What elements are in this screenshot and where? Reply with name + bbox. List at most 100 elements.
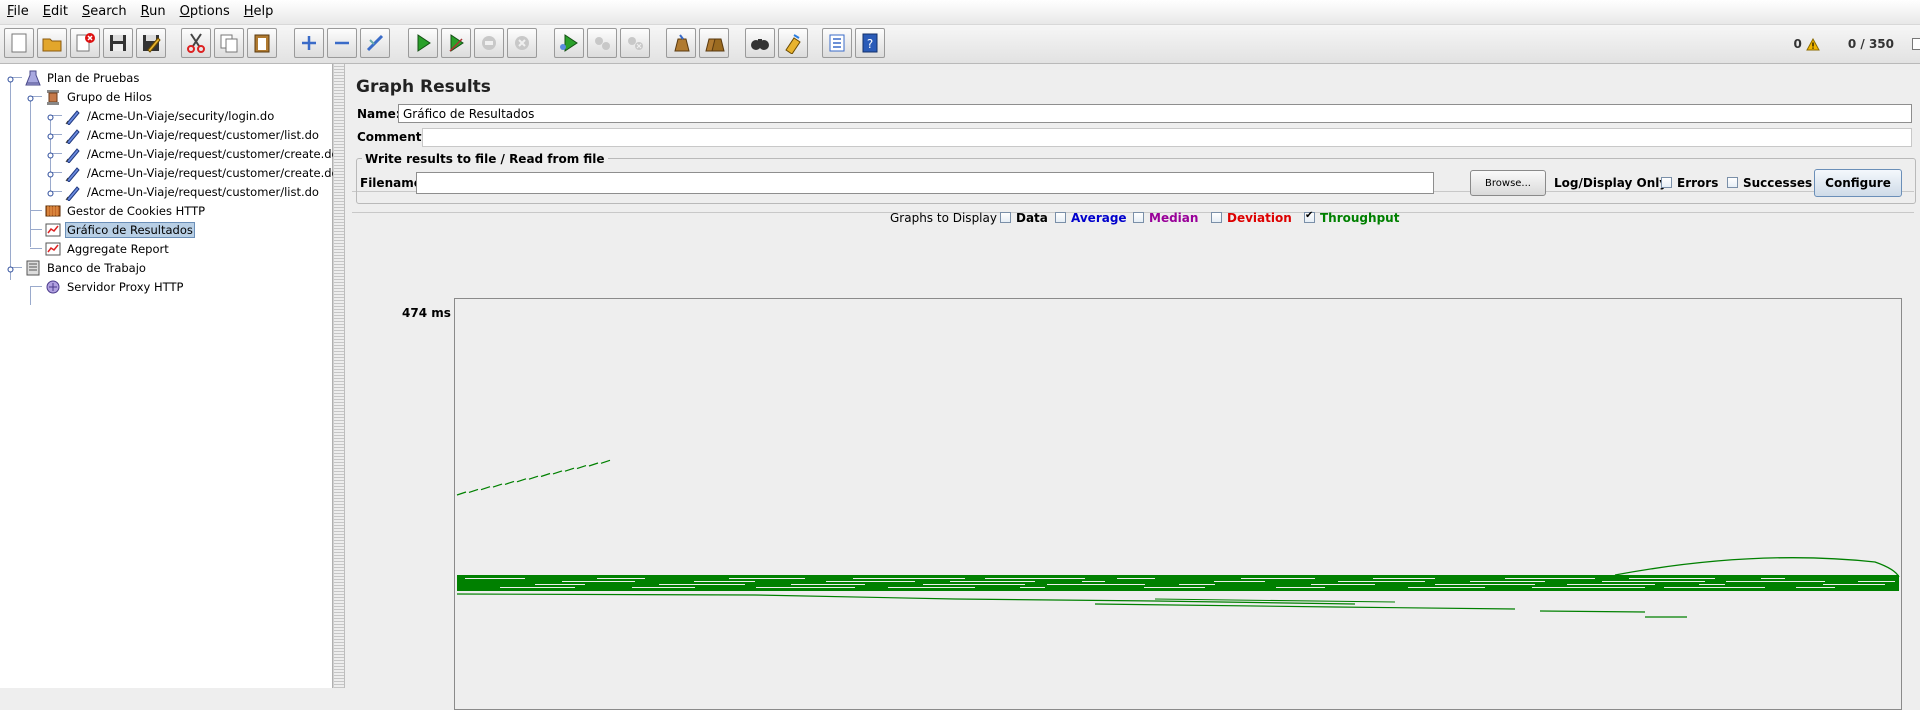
collapse-button[interactable] [327,28,357,58]
tree-node[interactable]: /Acme-Un-Viaje/request/customer/list.do [64,182,321,201]
save-button[interactable] [103,28,133,58]
shutdown-button[interactable] [507,28,537,58]
tree-node[interactable]: Aggregate Report [44,239,171,258]
tree-node[interactable]: /Acme-Un-Viaje/security/login.do [64,106,276,125]
tree-node[interactable]: Plan de Pruebas [24,68,141,87]
help-button[interactable]: ? [855,28,885,58]
remote-start-button[interactable] [554,28,584,58]
start-button[interactable] [408,28,438,58]
menu-help[interactable]: Help [237,0,281,24]
menu-file[interactable]: File [0,0,36,24]
copy-button[interactable] [214,28,244,58]
help-icon: ? [859,32,881,54]
errors-checkbox[interactable] [1661,177,1672,188]
remote-stop-icon [591,32,613,54]
tree-node-label: Aggregate Report [65,241,171,257]
tree-node[interactable]: Banco de Trabajo [24,258,148,277]
menu-search[interactable]: Search [75,0,134,24]
expand-button[interactable] [294,28,324,58]
graph-option-data-checkbox[interactable] [1000,212,1011,223]
shutdown-icon [511,32,533,54]
throughput-band-gap [1567,584,1655,585]
cut-icon [185,32,207,54]
tree-node-label: Gráfico de Resultados [65,222,195,238]
paste-button[interactable] [247,28,277,58]
new-button[interactable] [4,28,34,58]
remote-shutdown-button[interactable] [620,28,650,58]
menu-options[interactable]: Options [173,0,237,24]
tree-connector [30,287,31,305]
tree-connector [30,210,42,211]
browse-button[interactable]: Browse... [1470,170,1546,196]
tree-node[interactable]: /Acme-Un-Viaje/request/customer/list.do [64,125,321,144]
graph-option-median-checkbox[interactable] [1133,212,1144,223]
tree-node-label: /Acme-Un-Viaje/request/customer/list.do [85,127,321,143]
throughput-line-lower-3 [1095,604,1515,609]
close-icon [74,32,96,54]
throughput-band-gap [1858,581,1895,582]
menu-run[interactable]: Run [134,0,173,24]
throughput-line-lower-4 [1540,611,1645,612]
menu-bar: File Edit Search Run Options Help [0,0,1920,25]
save-as-button[interactable] [136,28,166,58]
http-sampler-icon [64,145,82,163]
collapse-toggle-icon[interactable] [46,168,55,177]
throughput-band-gap [1373,578,1435,579]
collapse-toggle-icon[interactable] [46,149,55,158]
reset-search-icon [782,32,804,54]
configure-button[interactable]: Configure [1814,169,1902,197]
throughput-band-gap [1470,581,1545,582]
menu-edit[interactable]: Edit [36,0,75,24]
throughput-band-gap [985,578,1085,579]
panel-title: Graph Results [356,77,491,97]
close-button[interactable] [70,28,100,58]
http-sampler-icon [64,126,82,144]
graph-results-icon [44,221,62,239]
expand-toggle-icon[interactable] [6,263,15,272]
tree-node[interactable]: /Acme-Un-Viaje/request/customer/create.d… [64,163,341,182]
start-no-pause-button[interactable] [441,28,471,58]
clear-icon [670,32,692,54]
throughput-band-gap [1664,587,1765,588]
search-button[interactable] [745,28,775,58]
open-button[interactable] [37,28,67,58]
tree-node[interactable]: Gestor de Cookies HTTP [44,201,207,220]
workbench-icon [24,259,42,277]
throughput-band-gap [861,578,965,579]
reset-search-button[interactable] [778,28,808,58]
successes-checkbox[interactable] [1727,177,1738,188]
clear-button[interactable] [666,28,696,58]
tree-node[interactable]: Servidor Proxy HTTP [44,277,185,296]
http-sampler-icon [64,107,82,125]
function-helper-button[interactable] [822,28,852,58]
collapse-toggle-icon[interactable] [46,187,55,196]
throughput-band-gap [1152,587,1205,588]
collapse-toggle-icon[interactable] [46,130,55,139]
cut-button[interactable] [181,28,211,58]
throughput-band-gap [791,584,865,585]
remote-stop-button[interactable] [587,28,617,58]
throughput-band-gap [1117,578,1155,579]
collapse-toggle-icon[interactable] [46,111,55,120]
cookie-manager-icon [44,202,62,220]
tree-node[interactable]: /Acme-Un-Viaje/request/customer/create.d… [64,144,341,163]
tree-node[interactable]: Gráfico de Resultados [44,220,195,239]
stop-button[interactable] [474,28,504,58]
graph-option-median-label: Median [1149,211,1198,225]
graph-option-throughput-checkbox[interactable] [1304,212,1315,223]
expand-toggle-icon[interactable] [26,92,35,101]
graph-option-deviation-checkbox[interactable] [1211,212,1222,223]
name-field[interactable] [398,104,1912,123]
filename-field[interactable] [416,172,1434,194]
tree-node-label: Banco de Trabajo [45,260,148,276]
warning-icon[interactable] [1806,38,1820,51]
clear-all-button[interactable] [699,28,729,58]
tree-node[interactable]: Grupo de Hilos [44,87,154,106]
throughput-band-gap [923,584,1025,585]
aggregate-report-icon [44,240,62,258]
expand-toggle-icon[interactable] [6,73,15,82]
toggle-button[interactable] [360,28,390,58]
comments-field[interactable] [422,128,1912,147]
tree-node-label: Gestor de Cookies HTTP [65,203,207,219]
graph-option-average-checkbox[interactable] [1055,212,1066,223]
